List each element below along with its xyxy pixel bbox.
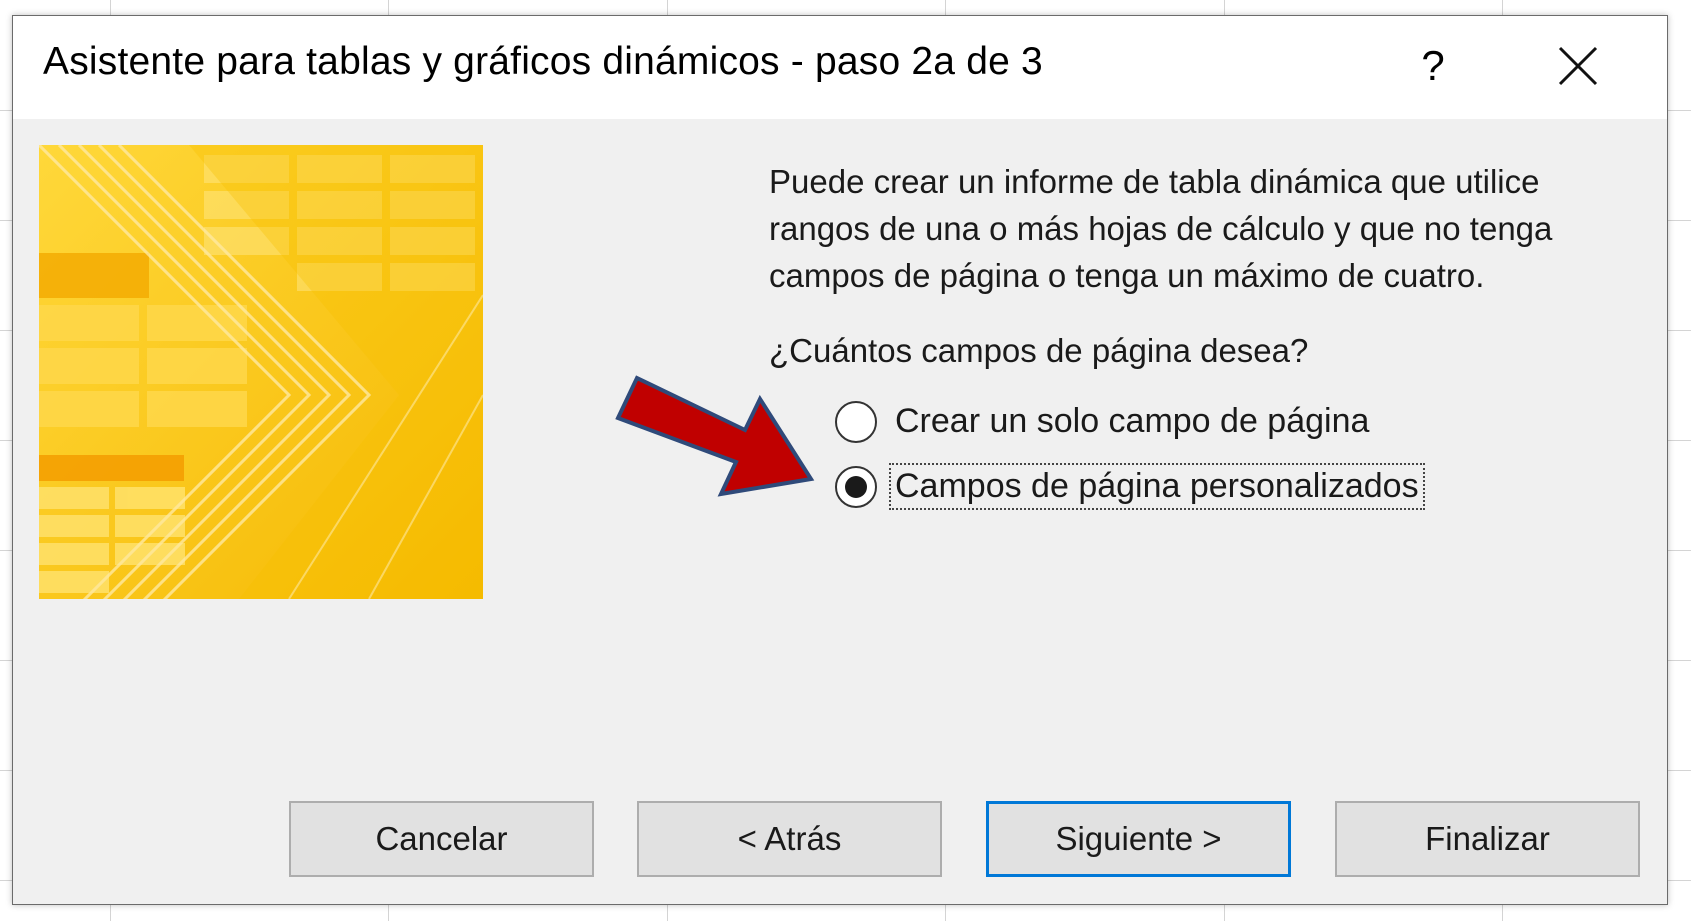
radio-button-selected[interactable] <box>835 465 877 508</box>
description-text: Puede crear un informe de tabla dinámica… <box>769 163 1553 294</box>
page-fields-question: ¿Cuántos campos de página desea? <box>769 332 1309 369</box>
dialog-title: Asistente para tablas y gráficos dinámic… <box>43 40 1043 83</box>
radio-custom-page-fields[interactable]: Campos de página personalizados <box>835 463 1425 510</box>
finish-button[interactable]: Finalizar <box>1335 801 1640 877</box>
radio-single-page-field[interactable]: Crear un solo campo de página <box>835 400 1373 443</box>
pivot-wizard-dialog: Asistente para tablas y gráficos dinámic… <box>12 15 1668 905</box>
close-icon[interactable] <box>1548 36 1608 96</box>
radio-button[interactable] <box>835 400 877 443</box>
help-icon[interactable]: ? <box>1408 36 1458 96</box>
wizard-illustration <box>39 145 483 599</box>
radio-label[interactable]: Campos de página personalizados <box>889 463 1425 510</box>
radio-label[interactable]: Crear un solo campo de página <box>891 400 1373 443</box>
next-button[interactable]: Siguiente > <box>986 801 1291 877</box>
cancel-button[interactable]: Cancelar <box>289 801 594 877</box>
red-arrow-annotation <box>615 375 815 497</box>
title-bar: Asistente para tablas y gráficos dinámic… <box>13 16 1667 119</box>
back-button[interactable]: < Atrás <box>637 801 942 877</box>
